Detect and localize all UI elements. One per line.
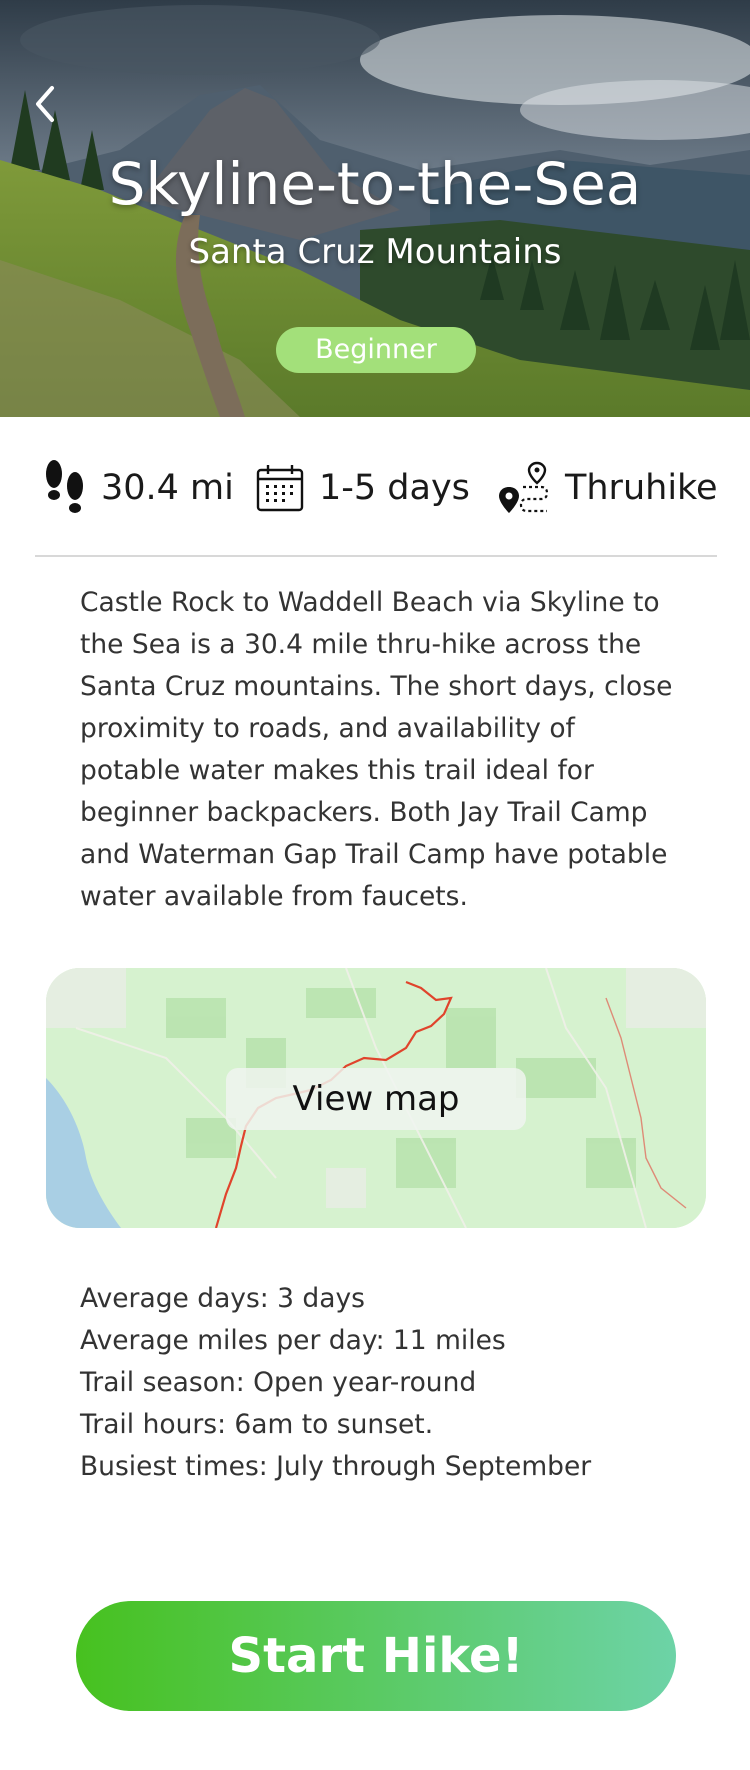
back-button[interactable] [30,82,64,126]
distance-label: 30.4 mi [101,467,234,508]
trail-title: Skyline-to-the-Sea [108,150,642,218]
trail-location: Santa Cruz Mountains [188,232,562,272]
footprints-icon [46,459,83,513]
view-map-button[interactable]: View map [226,1068,526,1130]
route-pin-icon [499,461,549,513]
trail-stats: 30.4 mi 1-5 days Thruhike [35,455,718,520]
calendar-icon [256,464,304,511]
detail-average-miles: Average miles per day: 11 miles [80,1325,506,1356]
stat-hike-type: Thruhike [497,455,718,520]
difficulty-badge: Beginner [276,327,476,373]
trail-description: Castle Rock to Waddell Beach via Skyline… [80,587,673,912]
detail-trail-hours: Trail hours: 6am to sunset. [80,1409,434,1440]
stat-distance: 30.4 mi [43,455,234,520]
divider [35,555,717,557]
hero-banner: Skyline-to-the-Sea Santa Cruz Mountains … [0,0,750,417]
detail-average-days: Average days: 3 days [80,1283,365,1314]
detail-trail-season: Trail season: Open year-round [80,1367,477,1398]
stat-days: 1-5 days [255,455,470,520]
start-hike-button[interactable]: Start Hike! [76,1601,676,1711]
detail-busiest-times: Busiest times: July through September [80,1451,592,1482]
chevron-left-icon [36,86,54,122]
hike-type-label: Thruhike [565,467,718,508]
days-label: 1-5 days [319,467,470,508]
trail-details: Average days: 3 days Average miles per d… [80,1278,680,1488]
